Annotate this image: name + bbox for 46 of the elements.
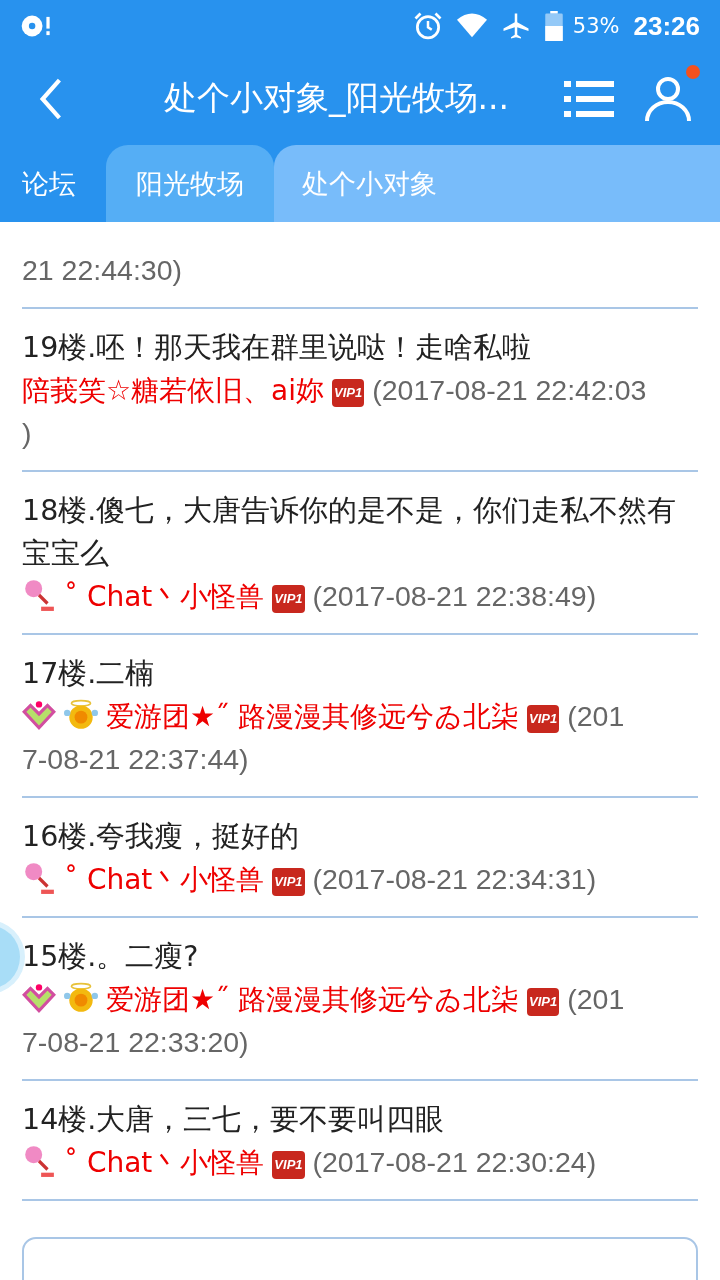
medal-icon [64,698,98,732]
post-text: 16楼.夸我瘦，挺好的 [22,819,301,855]
post-text: 14楼.大唐，三七，要不要叫四眼 [22,1102,446,1138]
notification-icon [20,13,52,39]
flower-icon [22,861,56,895]
post-time: ) [22,417,32,449]
vip-badge: VIP1 [527,705,560,733]
heart-icon [22,981,56,1015]
post-time: (2017-08-21 22:42:03 [372,374,647,406]
medal-icon [64,981,98,1015]
post-time: (201 [567,983,625,1015]
vip-badge: VIP1 [332,379,365,407]
vip-badge: VIP1 [272,1151,305,1179]
page-title: 处个小对象_阳光牧场... [164,77,510,119]
post-text: 19楼.呸！那天我在群里说哒！走啥私啦 [22,330,533,366]
post-time: 7-08-21 22:33:20) [22,1026,249,1058]
post-time: (201 [567,700,625,732]
battery-percent: 53% [572,14,620,38]
author-name[interactable]: ˚ Chat丶小怪兽 [64,863,265,896]
back-icon[interactable] [38,77,64,120]
heart-icon [22,698,56,732]
vip-badge: VIP1 [272,585,305,613]
post-text: 15楼.。二瘦? [22,939,200,975]
post-text: 17楼.二楠 [22,656,156,692]
alarm-icon [412,11,443,41]
post-time: 21 22:44:30) [22,254,183,286]
list-icon[interactable] [564,78,614,119]
post-time: (2017-08-21 22:38:49) [312,580,597,612]
airplane-icon [500,11,531,41]
breadcrumb-tab[interactable]: 阳光牧场 [106,145,274,222]
author-name[interactable]: 爱游团★˝ 路漫漫其修远兮ゐ北柒 [106,983,519,1016]
author-name[interactable]: ˚ Chat丶小怪兽 [64,1146,265,1179]
post-time: (2017-08-21 22:34:31) [312,863,597,895]
author-name[interactable]: 爱游团★˝ 路漫漫其修远兮ゐ北柒 [106,700,519,733]
user-icon[interactable] [644,74,692,123]
vip-badge: VIP1 [527,988,560,1016]
vip-badge: VIP1 [272,868,305,896]
flower-icon [22,578,56,612]
flower-icon [22,1144,56,1178]
post-time: 7-08-21 22:37:44) [22,743,249,775]
post-time: (2017-08-21 22:30:24) [312,1146,597,1178]
author-name[interactable]: 陪莪笑☆糖若依旧、ai妳 [22,374,325,407]
post-text: 18楼.傻七，大唐告诉你的是不是，你们走私不然有宝宝么 [22,493,678,572]
battery-icon [544,11,563,41]
author-name[interactable]: ˚ Chat丶小怪兽 [64,580,265,613]
clock: 23:26 [633,10,700,42]
